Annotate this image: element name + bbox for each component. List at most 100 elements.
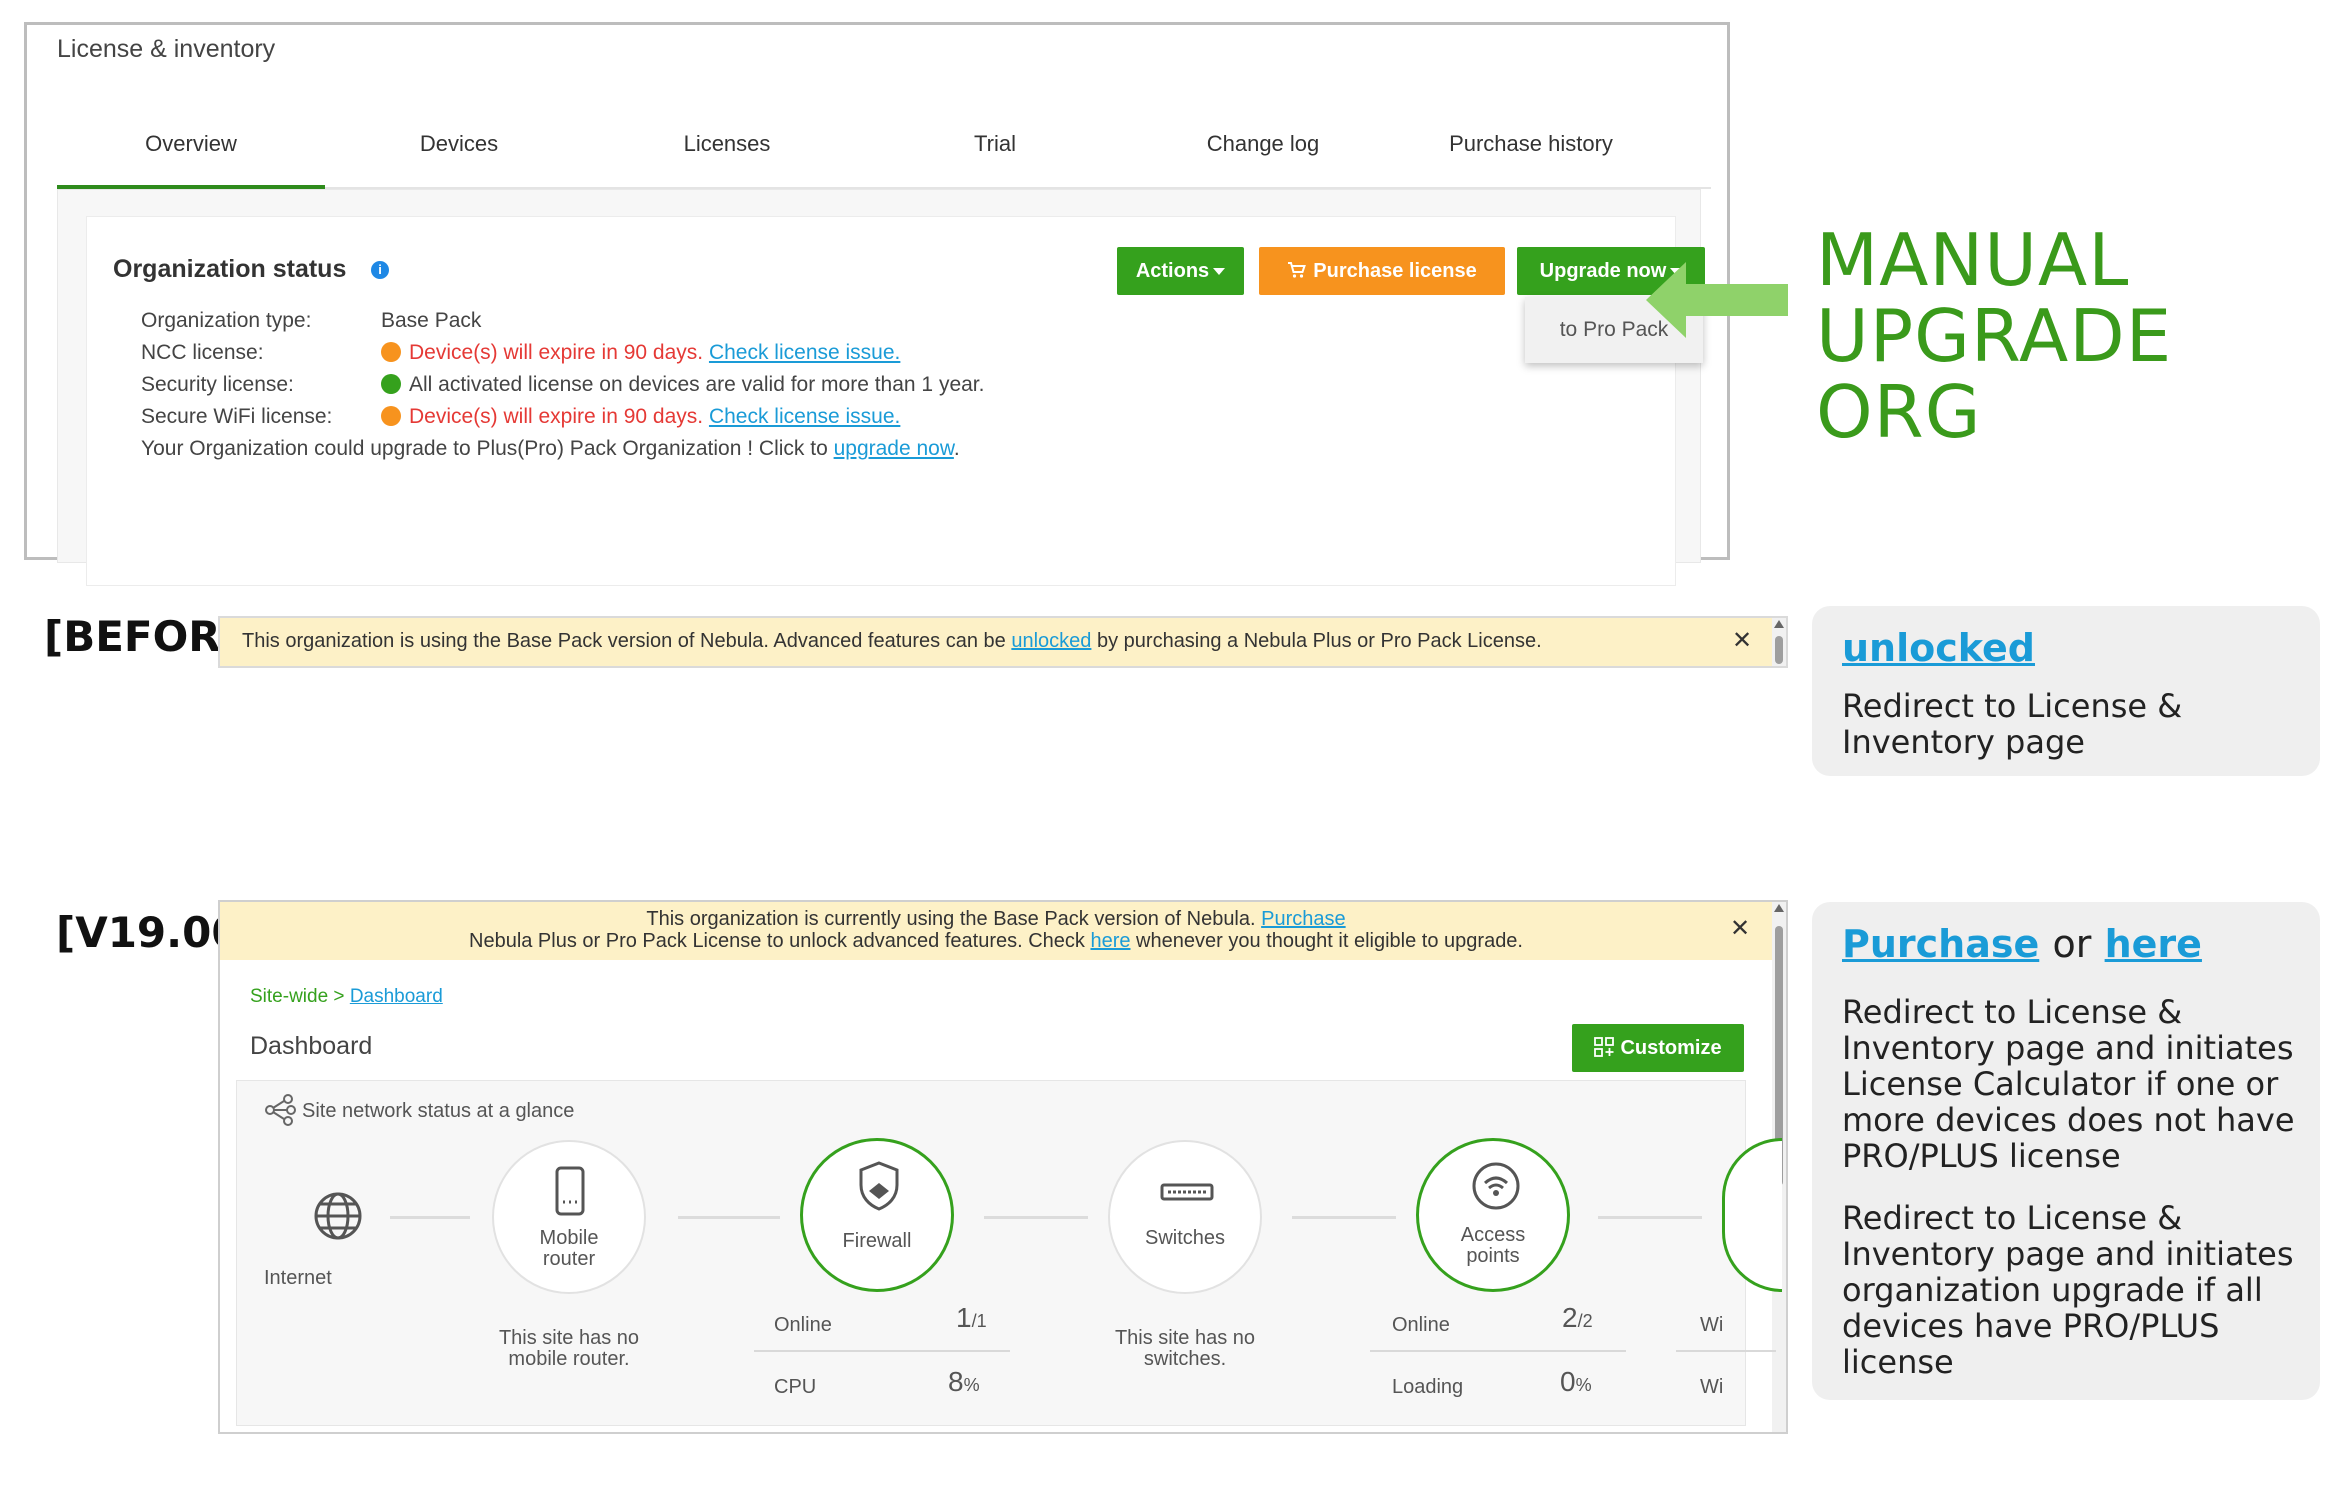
scroll-up-icon[interactable] bbox=[1774, 620, 1784, 628]
firewall-label: Firewall bbox=[842, 1230, 912, 1252]
callout-or-text: or bbox=[2052, 922, 2092, 966]
check-license-issue-link[interactable]: Check license issue. bbox=[709, 405, 900, 428]
tab-licenses[interactable]: Licenses bbox=[593, 105, 861, 189]
access-points-node[interactable]: Access points bbox=[1416, 1138, 1570, 1292]
annotation-line-1: MANUAL bbox=[1816, 218, 2130, 302]
firewall-node[interactable]: Firewall bbox=[800, 1138, 954, 1292]
breadcrumb-root: Site-wide > bbox=[250, 986, 345, 1007]
switch-icon bbox=[1160, 1183, 1214, 1201]
globe-icon bbox=[314, 1192, 362, 1240]
access-points-label: Access points bbox=[1460, 1224, 1526, 1267]
switches-node[interactable]: Switches bbox=[1108, 1140, 1262, 1294]
callout-here-link[interactable]: here bbox=[2105, 922, 2202, 966]
before-banner-text: This organization is using the Base Pack… bbox=[242, 630, 1542, 653]
ap-online-label: Online bbox=[1392, 1314, 1450, 1336]
connector-line bbox=[984, 1216, 1088, 1219]
v19-banner-line-2-text: Nebula Plus or Pro Pack License to unloc… bbox=[469, 930, 1091, 952]
v19-banner: This organization is currently using the… bbox=[220, 902, 1772, 960]
before-banner-text-end: by purchasing a Nebula Plus or Pro Pack … bbox=[1091, 630, 1542, 652]
firewall-online-label: Online bbox=[774, 1314, 832, 1336]
tab-trial[interactable]: Trial bbox=[861, 105, 1129, 189]
scrollbar[interactable] bbox=[1772, 618, 1786, 666]
security-license-label: Security license: bbox=[141, 373, 294, 396]
mobile-router-note: This site has no mobile router. bbox=[498, 1327, 640, 1370]
breadcrumb: Site-wide > Dashboard bbox=[250, 986, 443, 1008]
purchase-link[interactable]: Purchase bbox=[1261, 908, 1346, 930]
overview-content: Organization status i Actions Purchase l… bbox=[57, 189, 1705, 586]
tab-purchase-history[interactable]: Purchase history bbox=[1397, 105, 1665, 189]
truncated-metric-label: Wi bbox=[1700, 1376, 1724, 1398]
unlocked-link[interactable]: unlocked bbox=[1011, 630, 1091, 652]
callout-description: Redirect to License & Inventory page bbox=[1842, 687, 2183, 761]
switches-note: This site has no switches. bbox=[1114, 1327, 1256, 1370]
actions-button[interactable]: Actions bbox=[1117, 247, 1244, 295]
ap-online-value: 2/2 bbox=[1562, 1302, 1593, 1333]
shield-icon bbox=[859, 1161, 899, 1211]
org-type-value: Base Pack bbox=[381, 309, 482, 332]
left-arrow-icon bbox=[1646, 262, 1788, 338]
callout-description-upgrade: Redirect to License & Inventory page and… bbox=[1842, 1199, 2294, 1381]
ncc-license-value: Device(s) will expire in 90 days. Check … bbox=[381, 341, 900, 365]
info-icon[interactable]: i bbox=[371, 261, 389, 279]
ncc-license-label: NCC license: bbox=[141, 341, 264, 364]
wifi-access-point-icon bbox=[1472, 1162, 1520, 1210]
organization-status-card: Organization status i Actions Purchase l… bbox=[86, 216, 1705, 586]
callout-purchase-link[interactable]: Purchase bbox=[1842, 922, 2039, 966]
connector-line bbox=[1292, 1216, 1396, 1219]
upgrade-message-suffix: . bbox=[953, 437, 960, 460]
tab-change-log[interactable]: Change log bbox=[1129, 105, 1397, 189]
customize-button[interactable]: Customize bbox=[1572, 1024, 1744, 1072]
annotation-line-2: UPGRADE ORG bbox=[1816, 294, 2173, 454]
panel-title: License & inventory bbox=[57, 35, 276, 63]
connector-line bbox=[678, 1216, 780, 1219]
tab-overview[interactable]: Overview bbox=[57, 105, 325, 189]
organization-status-title: Organization status bbox=[113, 255, 347, 283]
truncated-metric-label: Wi bbox=[1700, 1314, 1724, 1336]
callout-unlocked-link[interactable]: unlocked bbox=[1842, 626, 2035, 670]
status-dot-warning bbox=[381, 342, 401, 362]
scrollbar-thumb[interactable] bbox=[1775, 636, 1783, 664]
breadcrumb-dashboard-link[interactable]: Dashboard bbox=[350, 986, 443, 1007]
check-license-issue-link[interactable]: Check license issue. bbox=[709, 341, 900, 364]
org-type-label: Organization type: bbox=[141, 309, 312, 332]
switches-label: Switches bbox=[1144, 1227, 1226, 1249]
page-title: Dashboard bbox=[250, 1032, 373, 1060]
glance-text: Site network status at a glance bbox=[302, 1100, 575, 1122]
mobile-phone-icon bbox=[555, 1166, 585, 1216]
close-icon[interactable]: ✕ bbox=[1732, 626, 1752, 655]
topology-icon bbox=[265, 1094, 296, 1126]
purchase-here-callout: Purchase or here Redirect to License & I… bbox=[1812, 902, 2320, 1400]
cart-icon bbox=[1288, 262, 1307, 278]
v19-dashboard-frame: This organization is currently using the… bbox=[218, 900, 1788, 1434]
firewall-cpu-label: CPU bbox=[774, 1376, 817, 1398]
v19-banner-line-1-text: This organization is currently using the… bbox=[646, 908, 1262, 930]
callout-heading: unlocked bbox=[1842, 626, 2035, 670]
secure-wifi-license-label: Secure WiFi license: bbox=[141, 405, 333, 428]
firewall-online-value: 1/1 bbox=[956, 1302, 987, 1333]
v19-banner-line-2-end: whenever you thought it eligible to upgr… bbox=[1130, 930, 1523, 952]
close-icon[interactable]: ✕ bbox=[1730, 914, 1750, 943]
mobile-router-label: Mobile router bbox=[539, 1227, 599, 1270]
tab-devices[interactable]: Devices bbox=[325, 105, 593, 189]
security-license-status: All activated license on devices are val… bbox=[409, 373, 985, 396]
ap-loading-label: Loading bbox=[1392, 1376, 1464, 1398]
status-dot-warning bbox=[381, 406, 401, 426]
license-inventory-panel: License & inventory Overview Devices Lic… bbox=[24, 22, 1730, 586]
glance-heading: Site network status at a glance bbox=[264, 1094, 574, 1126]
callout-heading: Purchase or here bbox=[1842, 922, 2202, 966]
secure-wifi-license-status: Device(s) will expire in 90 days. bbox=[409, 405, 704, 428]
metric-divider bbox=[1370, 1350, 1626, 1352]
metric-divider bbox=[754, 1350, 1010, 1352]
purchase-license-button[interactable]: Purchase license bbox=[1259, 247, 1505, 295]
scroll-up-icon[interactable] bbox=[1774, 904, 1784, 912]
firewall-cpu-value: 8% bbox=[948, 1366, 980, 1397]
connector-line bbox=[1598, 1216, 1702, 1219]
mobile-router-node[interactable]: Mobile router bbox=[492, 1140, 646, 1294]
here-link[interactable]: here bbox=[1090, 930, 1130, 952]
grid-plus-icon bbox=[1594, 1037, 1615, 1057]
upgrade-message-text: Your Organization could upgrade to Plus(… bbox=[141, 437, 834, 460]
status-dot-ok bbox=[381, 374, 401, 394]
v19-banner-line-1: This organization is currently using the… bbox=[220, 908, 1772, 931]
v19-banner-line-2: Nebula Plus or Pro Pack License to unloc… bbox=[220, 930, 1772, 953]
upgrade-now-link[interactable]: upgrade now bbox=[834, 437, 954, 460]
